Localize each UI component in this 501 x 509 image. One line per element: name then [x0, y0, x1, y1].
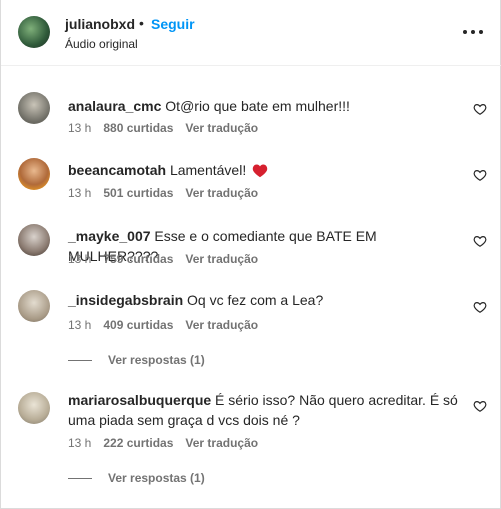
see-translation-button[interactable]: Ver tradução — [185, 436, 258, 450]
replies-divider — [68, 360, 92, 362]
comment-time[interactable]: 13 h — [68, 252, 91, 266]
comment-text-line: _insidegabsbrain Oq vc fez com a Lea? — [68, 290, 463, 310]
comment-text-line: beeancamotah Lamentável! — [68, 160, 463, 180]
commenter-avatar[interactable] — [18, 290, 50, 322]
commenter-username[interactable]: _insidegabsbrain — [68, 292, 183, 308]
commenter-avatar[interactable] — [18, 392, 50, 424]
author-username[interactable]: julianobxd — [65, 16, 135, 32]
comment-likes[interactable]: 409 curtidas — [103, 318, 173, 332]
commenter-avatar[interactable] — [18, 92, 50, 124]
view-replies-label[interactable]: Ver respostas (1) — [108, 353, 205, 367]
comment-text-line: analaura_cmc Ot@rio que bate em mulher!!… — [68, 96, 463, 116]
like-heart-icon[interactable] — [473, 168, 487, 182]
view-replies-button[interactable]: Ver respostas (1) — [68, 353, 205, 367]
see-translation-button[interactable]: Ver tradução — [185, 186, 258, 200]
like-heart-icon[interactable] — [473, 300, 487, 314]
comment-likes[interactable]: 880 curtidas — [103, 121, 173, 135]
view-replies-label[interactable]: Ver respostas (1) — [108, 471, 205, 485]
see-translation-button[interactable]: Ver tradução — [185, 252, 258, 266]
replies-divider — [68, 478, 92, 480]
commenter-username[interactable]: mariarosalbuquerque — [68, 392, 211, 408]
like-heart-icon[interactable] — [473, 399, 487, 413]
author-avatar[interactable] — [18, 16, 50, 48]
comment-likes[interactable]: 759 curtidas — [103, 252, 173, 266]
comments-panel: julianobxd • Seguir Áudio original anala… — [0, 0, 501, 509]
comment-likes[interactable]: 501 curtidas — [103, 186, 173, 200]
commenter-username[interactable]: beeancamotah — [68, 162, 166, 178]
post-header: julianobxd • Seguir Áudio original — [1, 0, 501, 66]
audio-label[interactable]: Áudio original — [65, 37, 138, 51]
commenter-avatar[interactable] — [18, 158, 50, 190]
comment-text: Lamentável! — [169, 162, 247, 178]
red-heart-emoji-icon — [252, 164, 268, 178]
follow-button[interactable]: Seguir — [151, 16, 195, 32]
comment-meta: 13 h 501 curtidas Ver tradução — [68, 186, 270, 200]
see-translation-button[interactable]: Ver tradução — [185, 318, 258, 332]
comment-meta: 13 h 222 curtidas Ver tradução — [68, 436, 270, 450]
commenter-username[interactable]: _mayke_007 — [68, 228, 151, 244]
comment-likes[interactable]: 222 curtidas — [103, 436, 173, 450]
comment-meta: 13 h 759 curtidas Ver tradução — [68, 252, 270, 266]
comment-time[interactable]: 13 h — [68, 121, 91, 135]
separator-dot: • — [139, 15, 144, 31]
comment-text-line: mariarosalbuquerque É sério isso? Não qu… — [68, 390, 463, 430]
comment-time[interactable]: 13 h — [68, 318, 91, 332]
view-replies-button[interactable]: Ver respostas (1) — [68, 471, 205, 485]
comment-time[interactable]: 13 h — [68, 436, 91, 450]
see-translation-button[interactable]: Ver tradução — [185, 121, 258, 135]
more-options-icon[interactable] — [461, 24, 485, 40]
comment-text: Oq vc fez com a Lea? — [187, 292, 324, 308]
comment-text: Ot@rio que bate em mulher!!! — [165, 98, 350, 114]
comment-meta: 13 h 409 curtidas Ver tradução — [68, 318, 270, 332]
like-heart-icon[interactable] — [473, 234, 487, 248]
commenter-avatar[interactable] — [18, 224, 50, 256]
comment-time[interactable]: 13 h — [68, 186, 91, 200]
like-heart-icon[interactable] — [473, 102, 487, 116]
comment-meta: 13 h 880 curtidas Ver tradução — [68, 121, 270, 135]
commenter-username[interactable]: analaura_cmc — [68, 98, 161, 114]
